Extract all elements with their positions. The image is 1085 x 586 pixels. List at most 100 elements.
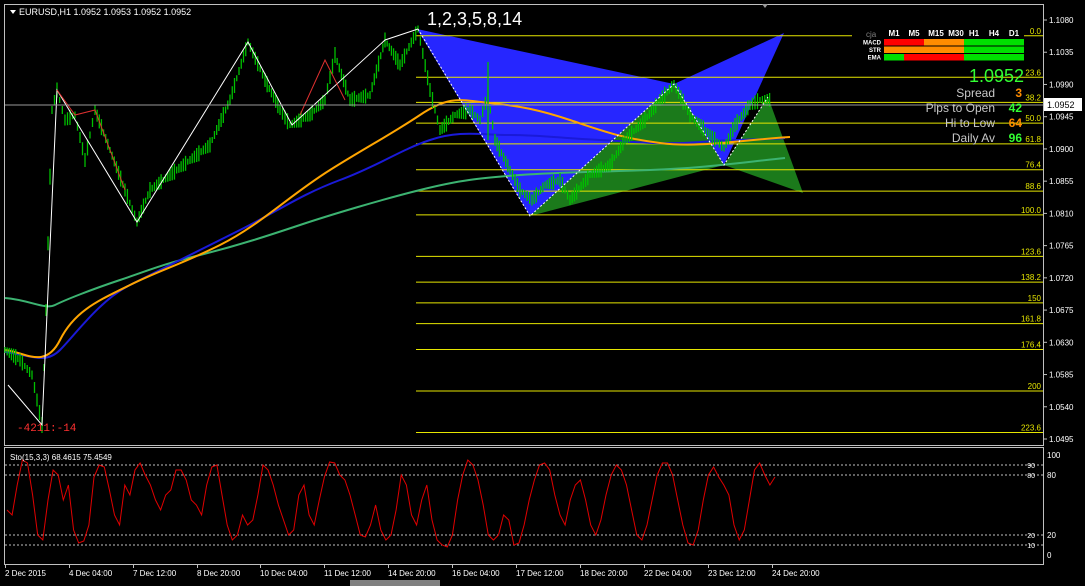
fib-label: 38.2: [1025, 93, 1041, 102]
price-tick-label: 1.0945: [1049, 113, 1074, 122]
time-label: 8 Dec 20:00: [197, 569, 241, 578]
signal-cell: [964, 46, 984, 53]
zigzag-white-line: [7, 28, 419, 427]
signal-cell: [904, 46, 924, 53]
time-label: 24 Dec 20:00: [772, 569, 820, 578]
price-tick-label: 1.0675: [1049, 306, 1074, 315]
stoch-dotted-label: 10: [1027, 543, 1035, 550]
symbol-menu-icon[interactable]: [10, 10, 16, 14]
stoch-line: [6, 459, 776, 548]
info-panel: 1.0952Spread 3 Pips to Open 42 Hi to Low 64 Da…: [926, 66, 1024, 145]
stochastic-oscillator: 100 80 20 0 90 80 20 10: [5, 451, 1061, 560]
signal-cell: [944, 46, 964, 53]
signal-row-label: STR: [869, 48, 882, 54]
zigzag-label: -4211:-14: [17, 423, 77, 435]
info-row-label: Spread: [956, 86, 995, 100]
fib-label: 76.4: [1025, 161, 1041, 170]
info-row-label: Daily Av: [952, 131, 995, 145]
price-tick-label: 1.0630: [1049, 338, 1074, 347]
info-row-value: 42: [1009, 101, 1023, 115]
signal-cell: [884, 39, 904, 46]
stochastic-label: Sto(15,3,3) 68.4615 75.4549: [10, 453, 112, 462]
signal-row-label: MACD: [863, 41, 882, 47]
timeframe-label: H4: [989, 29, 1000, 38]
fib-label: 223.6: [1021, 424, 1042, 433]
trading-chart[interactable]: 0.0 23.6 38.2 50.0 61.8 76.4 88.6 100.0 123.6 138…: [0, 0, 1085, 586]
signal-cell: [984, 54, 1004, 61]
time-label: 2 Dec 2015: [5, 569, 46, 578]
time-label: 7 Dec 12:00: [133, 569, 177, 578]
fib-label: 23.6: [1025, 68, 1041, 77]
signal-cell: [984, 39, 1004, 46]
price-tick-label: 1.0720: [1049, 274, 1074, 283]
timeframe-label: M1: [888, 29, 900, 38]
price-tick-label: 1.0855: [1049, 177, 1074, 186]
time-label: 4 Dec 04:00: [69, 569, 113, 578]
time-label: 22 Dec 04:00: [644, 569, 692, 578]
fib-label: 0.0: [1030, 27, 1042, 36]
stoch-dotted-label: 90: [1027, 463, 1035, 470]
info-row-label: Pips to Open: [926, 101, 995, 115]
info-row-value: 3: [1015, 86, 1022, 100]
signal-cell: [884, 54, 904, 61]
stoch-level-label: 100: [1047, 451, 1061, 460]
price-tick-label: 1.1035: [1049, 48, 1074, 57]
fib-label: 161.8: [1021, 315, 1042, 324]
price-tick-label: 1.0900: [1049, 145, 1074, 154]
symbol-line: EURUSD,H1 1.0952 1.0953 1.0952 1.0952: [19, 7, 191, 17]
signal-grid: cja M1 M5 M15 M30 H1 H4 D1 MACDSTR EMA: [852, 24, 1024, 70]
fib-label: 150: [1028, 294, 1042, 303]
signal-row-label: EMA: [868, 56, 882, 62]
signal-cell: [964, 54, 984, 61]
pattern-title: 1,2,3,5,8,14: [427, 9, 522, 29]
info-row-label: Hi to Low: [945, 116, 995, 130]
price-tick-label: 1.0585: [1049, 371, 1074, 380]
chart-scroll-marker-icon[interactable]: [762, 4, 768, 8]
fib-label: 61.8: [1025, 135, 1041, 144]
price-tick-label: 1.0540: [1049, 403, 1074, 412]
signal-cell: [924, 39, 944, 46]
time-label: 10 Dec 04:00: [260, 569, 308, 578]
info-row-value: 96: [1009, 131, 1023, 145]
horizontal-scrollbar-thumb[interactable]: [350, 580, 440, 586]
ema-slow-line: [4, 157, 786, 308]
time-label: 17 Dec 12:00: [516, 569, 564, 578]
current-price-label: 1.0952: [1047, 100, 1075, 110]
signal-cell: [944, 39, 964, 46]
signal-cell: [884, 46, 904, 53]
timeframe-label: D1: [1009, 29, 1020, 38]
time-axis: 2 Dec 2015 4 Dec 04:00 7 Dec 12:00 8 Dec 20…: [5, 564, 820, 586]
signal-cell: [984, 46, 1004, 53]
time-label: 14 Dec 20:00: [388, 569, 436, 578]
timeframe-label: M15: [928, 29, 944, 38]
fib-label: 200: [1028, 382, 1042, 391]
signal-cell: [924, 54, 944, 61]
fib-label: 138.2: [1021, 273, 1042, 282]
time-label: 11 Dec 12:00: [324, 569, 372, 578]
signal-cell: [924, 46, 944, 53]
info-big-price: 1.0952: [969, 66, 1024, 86]
time-label: 18 Dec 20:00: [580, 569, 628, 578]
timeframe-label: H1: [969, 29, 980, 38]
fib-label: 88.6: [1025, 182, 1041, 191]
signal-cell: [964, 39, 984, 46]
signal-cell: [904, 39, 924, 46]
info-row-value: 64: [1009, 116, 1023, 130]
stochastic-frame: [4, 447, 1044, 565]
time-label: 16 Dec 04:00: [452, 569, 500, 578]
price-tick-label: 1.0990: [1049, 80, 1074, 89]
signal-cell: [1004, 46, 1024, 53]
price-tick-label: 1.1080: [1049, 16, 1074, 25]
price-axis: 1.1080 1.1035 1.0990 1.0945 1.0900 1.0855 1.08…: [1043, 16, 1082, 444]
stoch-level-label: 80: [1047, 471, 1056, 480]
fib-label: 123.6: [1021, 247, 1042, 256]
fib-label: 50.0: [1025, 114, 1041, 123]
signal-cell: [904, 54, 924, 61]
signal-cell: [944, 54, 964, 61]
fib-label: 176.4: [1021, 340, 1042, 349]
price-tick-label: 1.0810: [1049, 209, 1074, 218]
fib-label: 100.0: [1021, 206, 1042, 215]
timeframe-label: M5: [908, 29, 920, 38]
harmonic-pattern-layer: [417, 29, 803, 216]
price-tick-label: 1.0495: [1049, 435, 1074, 444]
